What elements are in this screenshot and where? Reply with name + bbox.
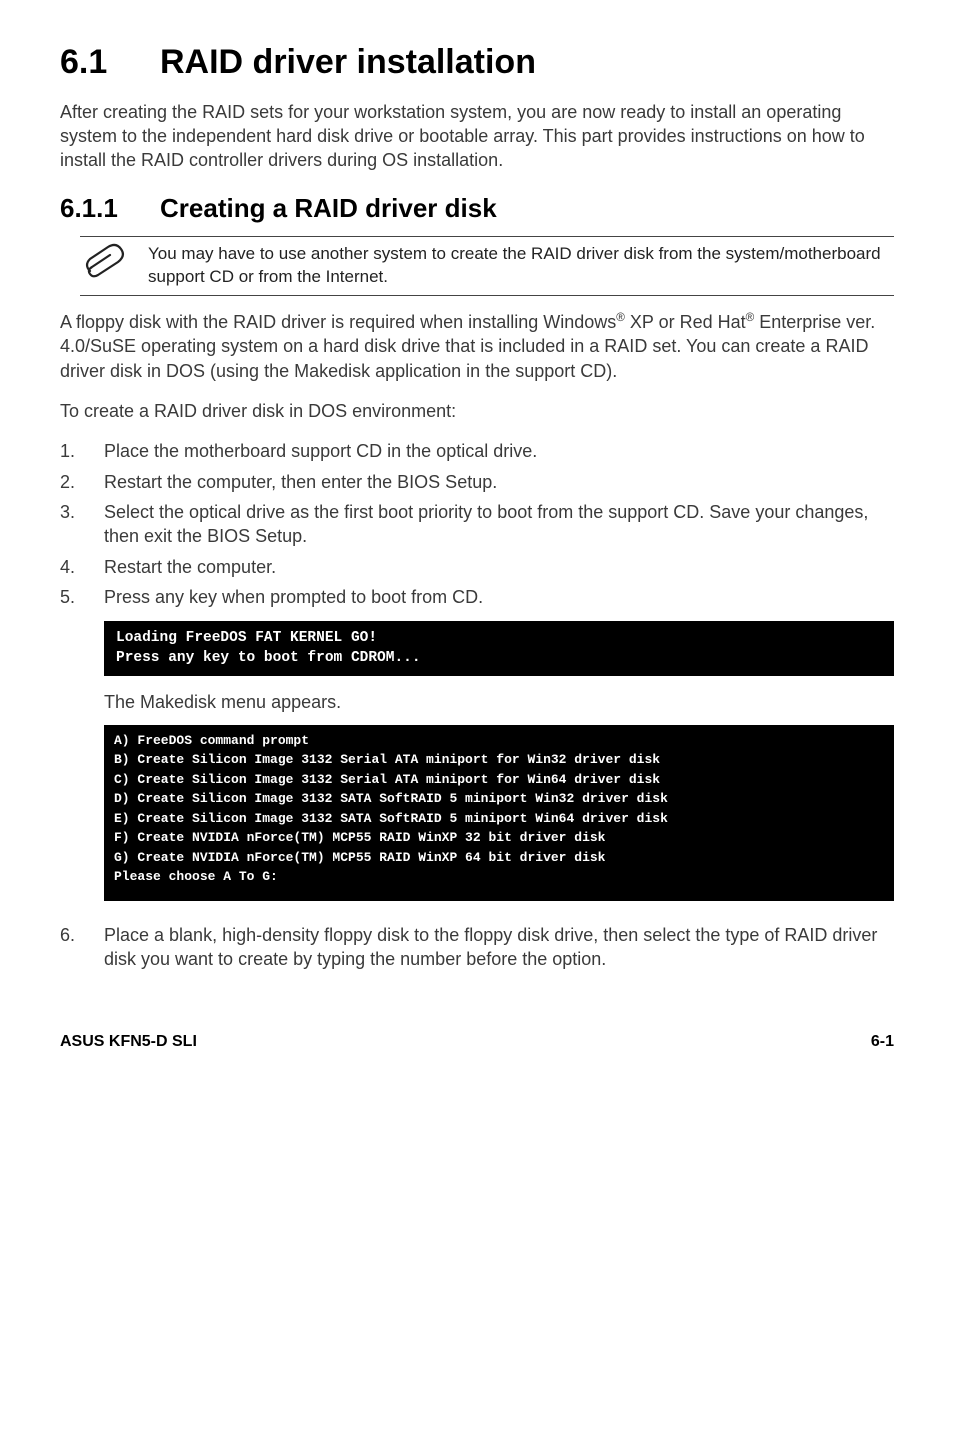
registered-mark: ® bbox=[616, 311, 625, 324]
step-text: Press any key when prompted to boot from… bbox=[104, 585, 483, 609]
terminal-output-1: Loading FreeDOS FAT KERNEL GO! Press any… bbox=[104, 621, 894, 676]
page-footer: ASUS KFN5-D SLI 6-1 bbox=[60, 1031, 894, 1053]
step-number: 5. bbox=[60, 585, 104, 609]
sub-heading: 6.1.1Creating a RAID driver disk bbox=[60, 191, 894, 226]
intro-paragraph: After creating the RAID sets for your wo… bbox=[60, 100, 894, 173]
registered-mark: ® bbox=[746, 311, 755, 324]
para1-mid: XP or Red Hat bbox=[625, 312, 746, 332]
steps-list: 1.Place the motherboard support CD in th… bbox=[60, 439, 894, 609]
subheading-number: 6.1.1 bbox=[60, 191, 160, 226]
step-text: Restart the computer, then enter the BIO… bbox=[104, 470, 497, 494]
body-paragraph-1: A floppy disk with the RAID driver is re… bbox=[60, 310, 894, 383]
appears-text: The Makedisk menu appears. bbox=[104, 690, 894, 714]
step-number: 2. bbox=[60, 470, 104, 494]
step-text: Select the optical drive as the first bo… bbox=[104, 500, 894, 549]
paperclip-icon bbox=[80, 243, 130, 289]
note-text: You may have to use another system to cr… bbox=[148, 243, 894, 289]
list-item: 1.Place the motherboard support CD in th… bbox=[60, 439, 894, 463]
terminal-output-2: A) FreeDOS command prompt B) Create Sili… bbox=[104, 725, 894, 901]
body-paragraph-2: To create a RAID driver disk in DOS envi… bbox=[60, 399, 894, 423]
step-number: 3. bbox=[60, 500, 104, 549]
para1-pre: A floppy disk with the RAID driver is re… bbox=[60, 312, 616, 332]
footer-left: ASUS KFN5-D SLI bbox=[60, 1031, 197, 1053]
step-number: 6. bbox=[60, 923, 104, 972]
page-heading: 6.1RAID driver installation bbox=[60, 40, 894, 86]
steps-list-continued: 6.Place a blank, high-density floppy dis… bbox=[60, 923, 894, 972]
note-callout: You may have to use another system to cr… bbox=[80, 236, 894, 296]
list-item: 6.Place a blank, high-density floppy dis… bbox=[60, 923, 894, 972]
step-text: Place the motherboard support CD in the … bbox=[104, 439, 537, 463]
step-number: 4. bbox=[60, 555, 104, 579]
heading-title: RAID driver installation bbox=[160, 43, 536, 81]
heading-number: 6.1 bbox=[60, 40, 160, 86]
subheading-title: Creating a RAID driver disk bbox=[160, 193, 497, 223]
step-text: Restart the computer. bbox=[104, 555, 276, 579]
step-number: 1. bbox=[60, 439, 104, 463]
list-item: 2.Restart the computer, then enter the B… bbox=[60, 470, 894, 494]
list-item: 5.Press any key when prompted to boot fr… bbox=[60, 585, 894, 609]
step-text: Place a blank, high-density floppy disk … bbox=[104, 923, 894, 972]
list-item: 4.Restart the computer. bbox=[60, 555, 894, 579]
list-item: 3.Select the optical drive as the first … bbox=[60, 500, 894, 549]
footer-right: 6-1 bbox=[871, 1031, 894, 1053]
